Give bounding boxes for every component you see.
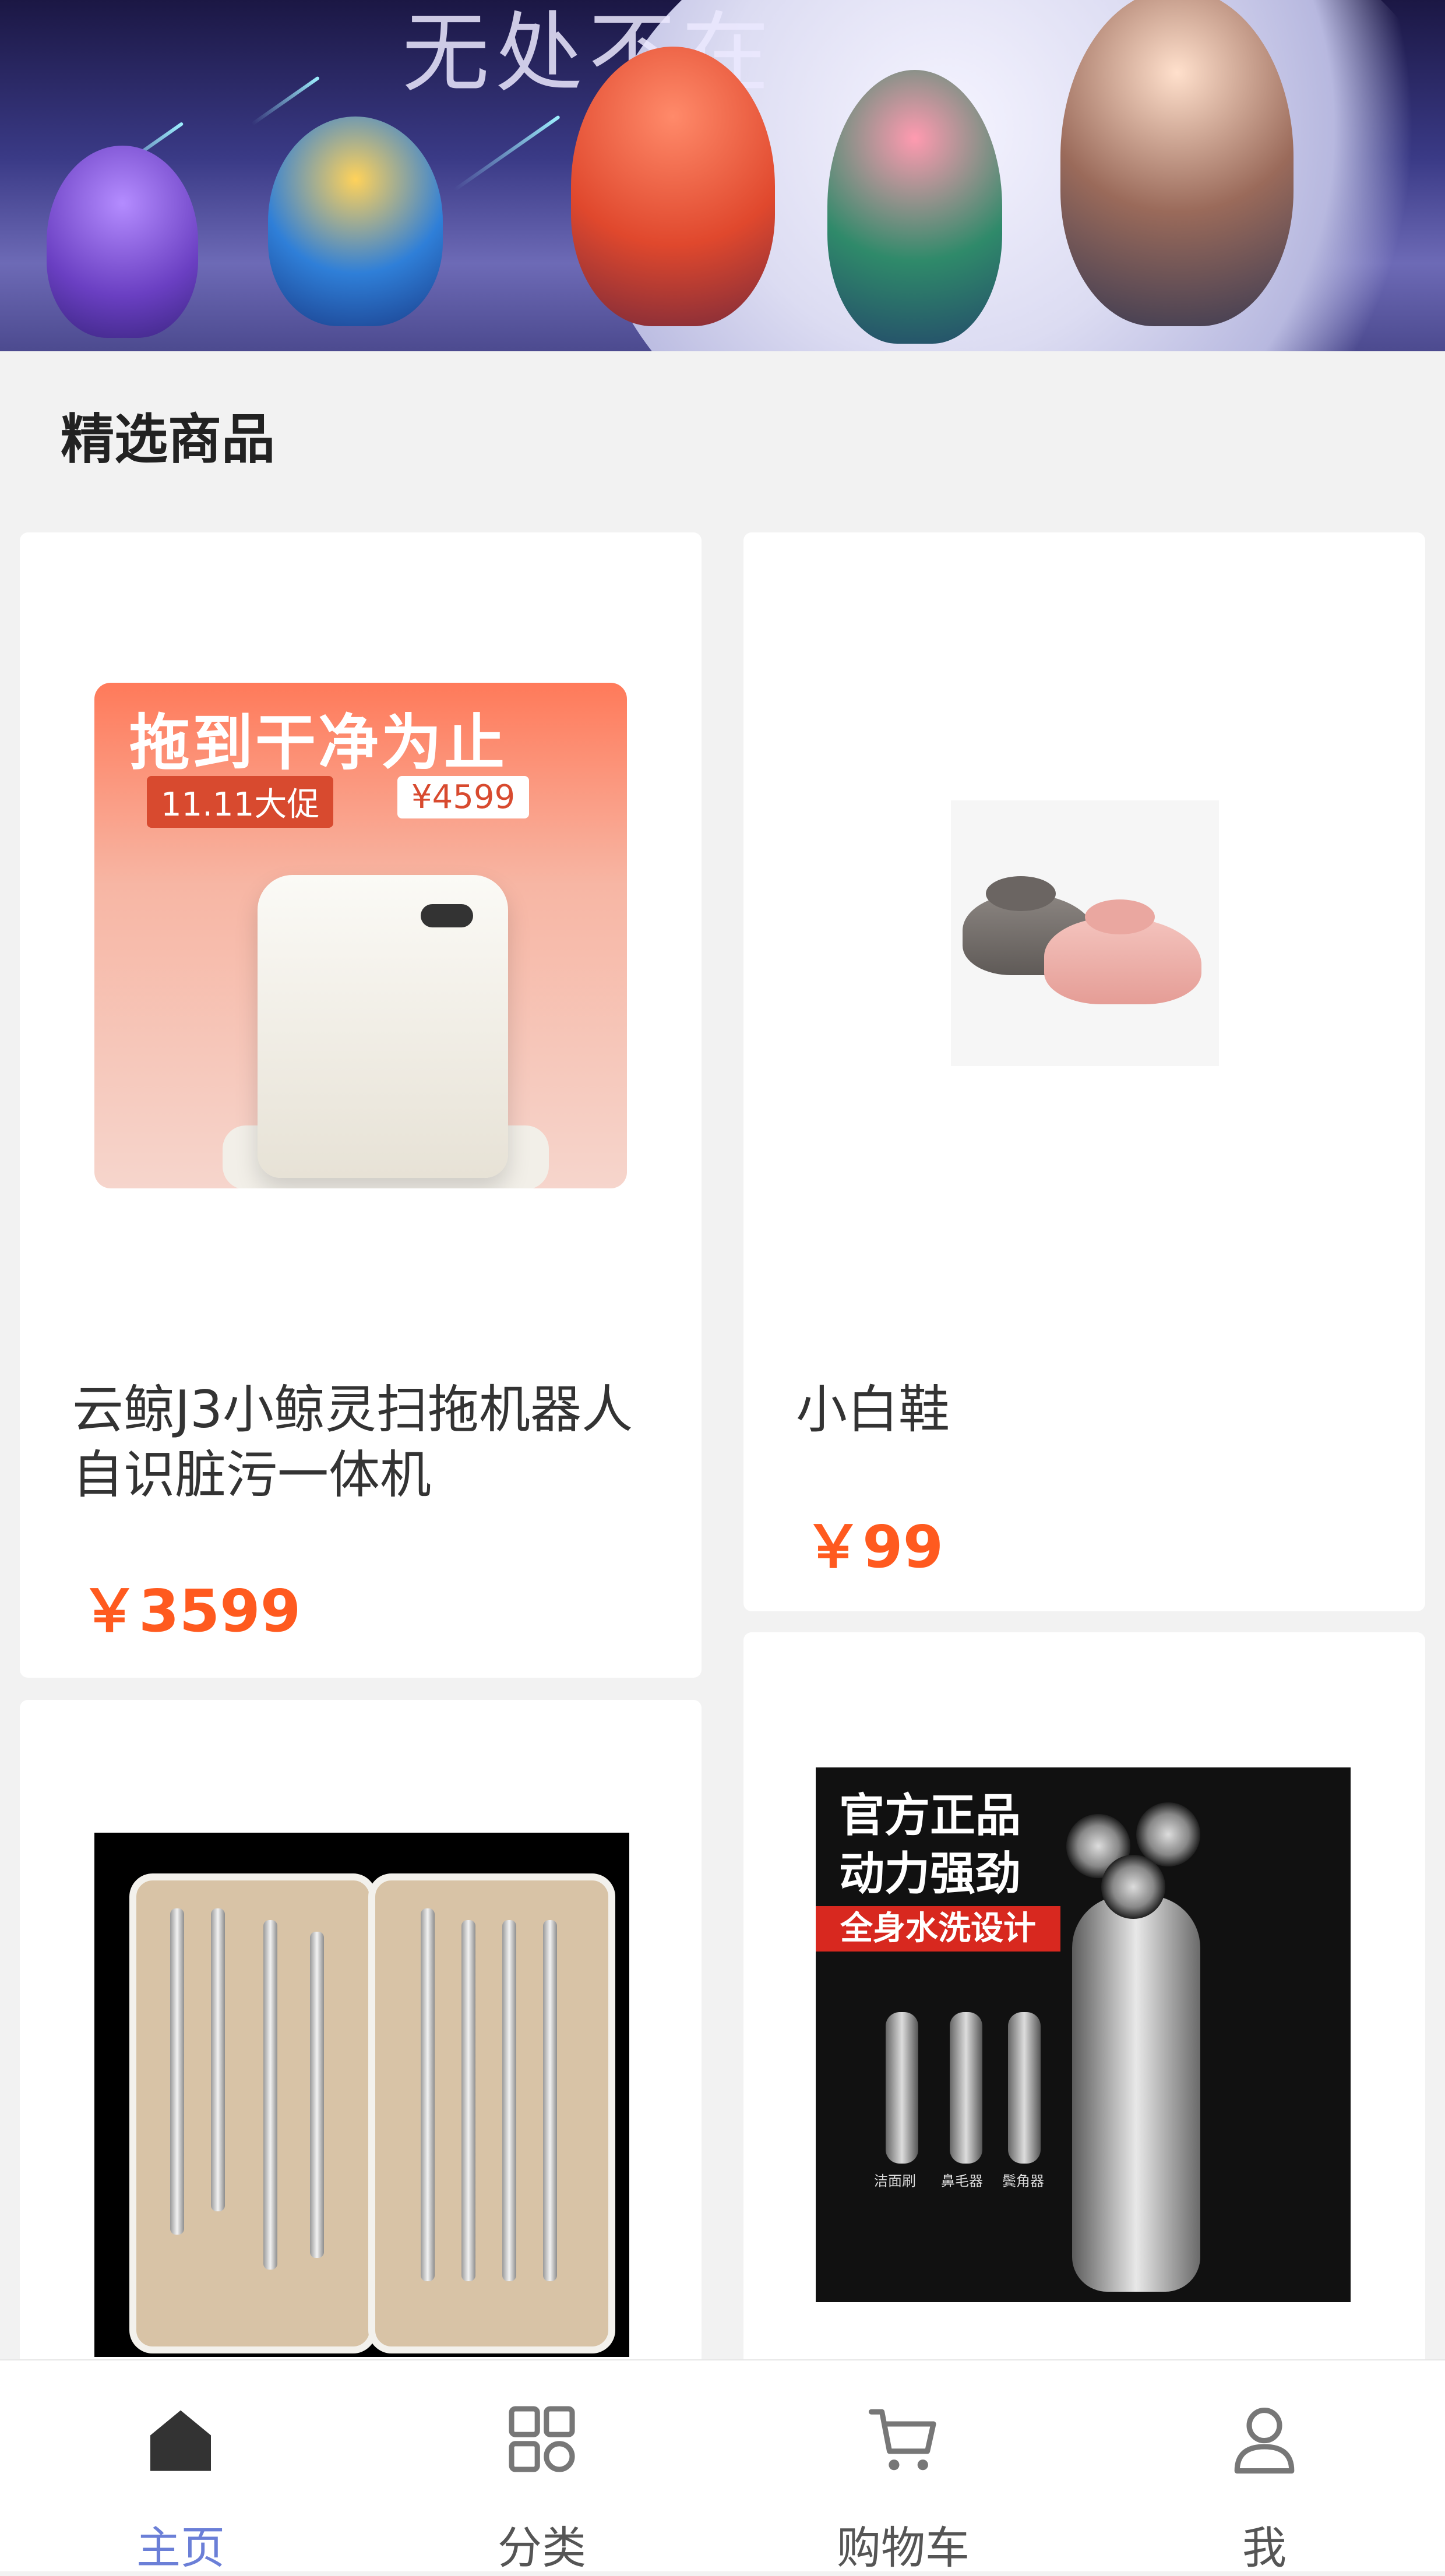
home-icon	[150, 2410, 211, 2471]
robot-display	[421, 904, 473, 927]
product-name: 云鲸J3小鲸灵扫拖机器人自识脏污一体机	[72, 1379, 633, 1505]
product-card[interactable]	[20, 1700, 702, 2399]
banner-streak	[453, 115, 561, 192]
shaver-attachment	[950, 2012, 982, 2164]
tab-cart[interactable]: 购物车	[722, 2360, 1084, 2574]
banner-carousel[interactable]: 无处不在	[0, 0, 1445, 351]
product-image-tag: ¥4599	[397, 776, 530, 818]
manicure-tool	[211, 1908, 225, 2211]
banner-character	[571, 47, 775, 326]
product-price: ￥99	[804, 1513, 944, 1581]
product-image-text: 官方正品	[839, 1790, 1021, 1842]
shaver-head	[1101, 1855, 1165, 1919]
shaver-attachment	[886, 2012, 918, 2164]
user-icon	[1234, 2408, 1295, 2474]
product-image-headline: 拖到干净为止	[129, 707, 507, 778]
product-image: 官方正品 动力强劲 全身水洗设计 洁面刷 鼻毛器 鬓角器	[816, 1767, 1351, 2302]
banner-character	[47, 146, 198, 338]
attachment-label: 鬓角器	[1002, 2173, 1044, 2189]
shaver-body	[1072, 1896, 1200, 2292]
bottom-tab-bar: 主页 分类 购物车 我	[0, 2359, 1445, 2574]
banner-character	[268, 117, 443, 326]
product-card[interactable]: 官方正品 动力强劲 全身水洗设计 洁面刷 鼻毛器 鬓角器	[743, 1632, 1425, 2399]
shaver-attachment	[1008, 2012, 1041, 2164]
tab-home[interactable]: 主页	[0, 2360, 361, 2574]
manicure-tool	[461, 1920, 475, 2281]
product-image	[94, 1833, 629, 2357]
manicure-tool	[502, 1920, 516, 2281]
manicure-tool	[263, 1920, 277, 2270]
product-image: 拖到干净为止 11.11大促 ¥4599	[94, 683, 627, 1188]
tab-label: 购物车	[837, 2522, 970, 2574]
attachment-label: 洁面刷	[874, 2173, 916, 2189]
product-price: ￥3599	[80, 1577, 301, 1645]
product-image-text: 动力强劲	[839, 1848, 1021, 1900]
manicure-tool	[170, 1908, 184, 2235]
shoe-bow	[1085, 899, 1155, 934]
tab-label: 主页	[136, 2522, 225, 2574]
banner-streak	[251, 76, 320, 126]
tab-category[interactable]: 分类	[361, 2360, 722, 2574]
manicure-case-left	[129, 1873, 376, 2353]
banner-character	[827, 70, 1002, 344]
tab-label: 我	[1242, 2522, 1287, 2574]
shoe-bow	[986, 876, 1056, 911]
product-card[interactable]: 小白鞋 ￥99	[743, 532, 1425, 1611]
product-card[interactable]: 拖到干净为止 11.11大促 ¥4599 云鲸J3小鲸灵扫拖机器人自识脏污一体机…	[20, 532, 702, 1678]
manicure-case-right	[368, 1873, 615, 2353]
product-image	[951, 800, 1219, 1066]
product-image-tag: 11.11大促	[147, 776, 334, 828]
manicure-tool	[310, 1932, 324, 2258]
tab-me[interactable]: 我	[1084, 2360, 1445, 2574]
cart-icon	[868, 2409, 936, 2471]
tab-label: 分类	[498, 2522, 586, 2574]
product-image-banner: 全身水洗设计	[816, 1906, 1060, 1952]
grid-icon	[509, 2406, 575, 2472]
banner-character	[1060, 0, 1294, 326]
attachment-label: 鼻毛器	[941, 2173, 983, 2189]
manicure-tool	[421, 1908, 435, 2281]
section-title: 精选商品	[61, 408, 276, 471]
product-name: 小白鞋	[796, 1379, 950, 1439]
manicure-tool	[543, 1920, 557, 2281]
